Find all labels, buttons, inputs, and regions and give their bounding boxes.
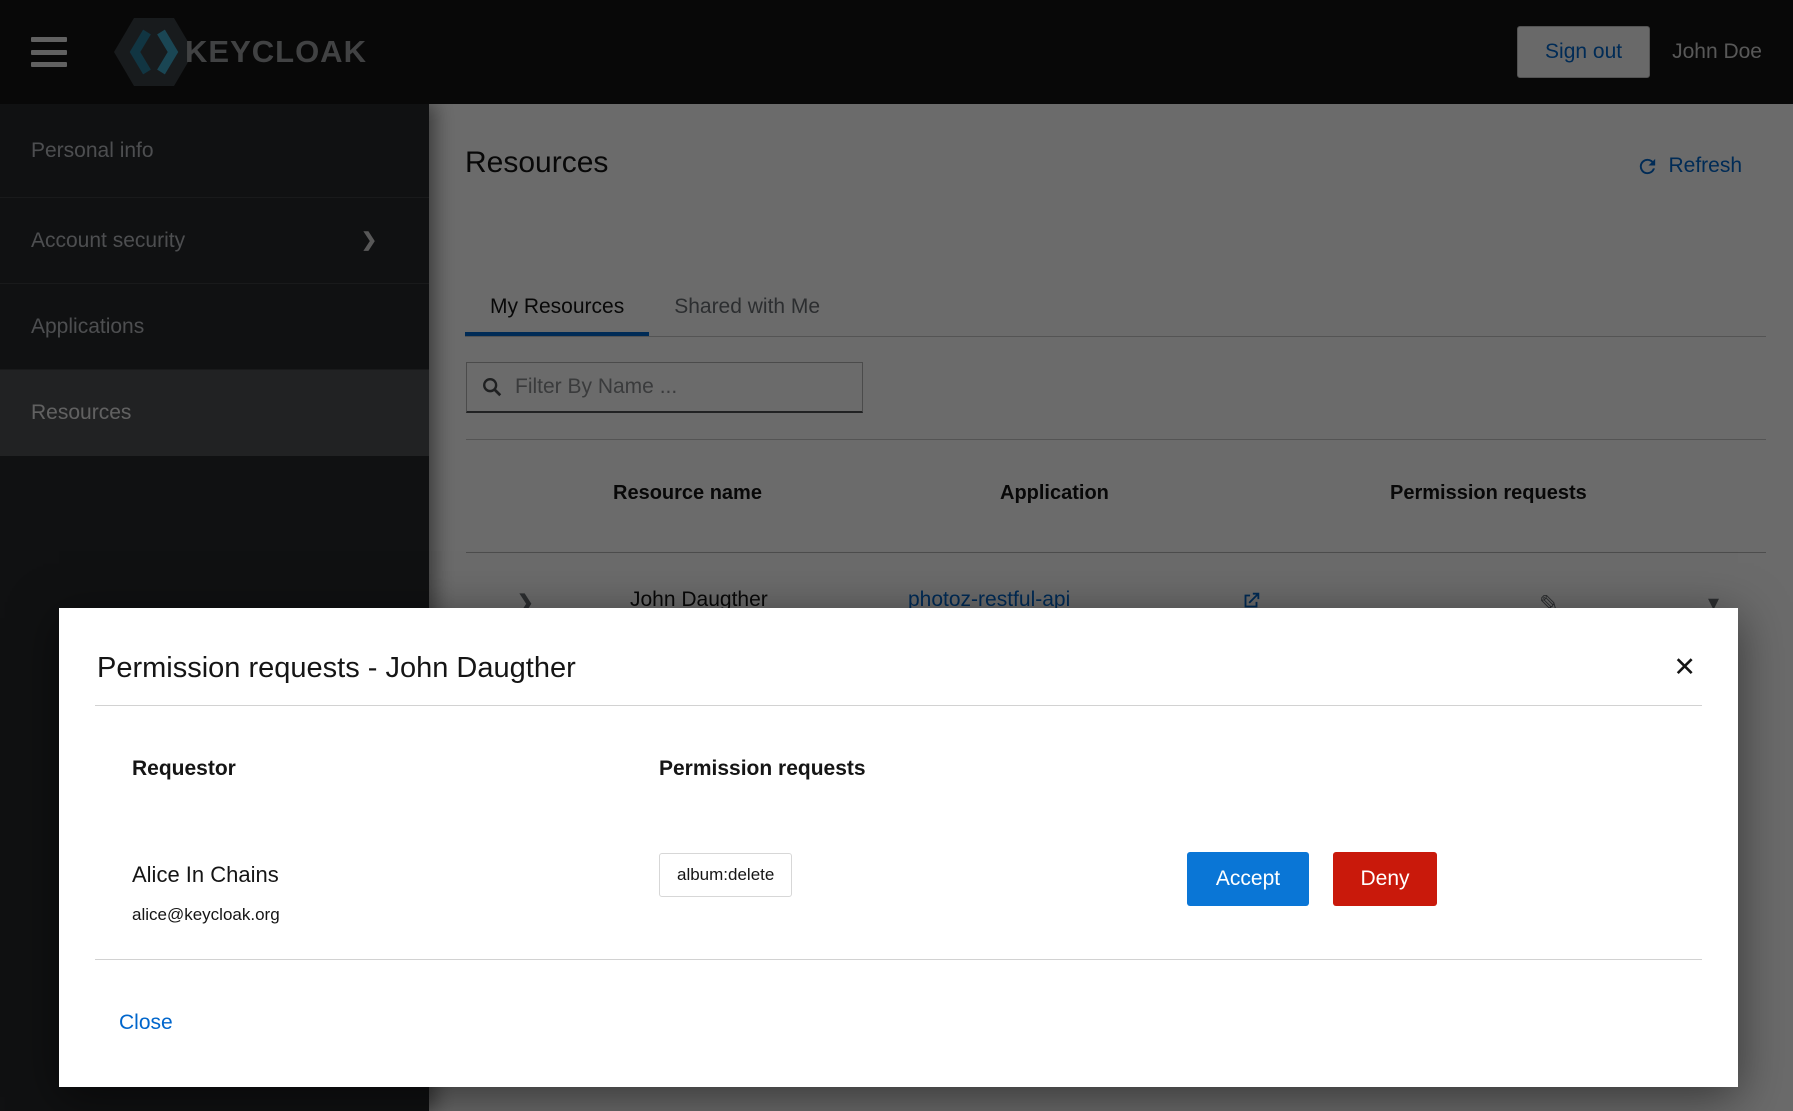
- divider: [95, 959, 1702, 960]
- modal-column-requestor: Requestor: [132, 757, 236, 781]
- modal-title: Permission requests - John Daugther: [97, 652, 576, 685]
- close-icon[interactable]: ✕: [1673, 654, 1696, 681]
- scope-chip-label: album:delete: [677, 865, 774, 885]
- deny-button[interactable]: Deny: [1333, 852, 1437, 906]
- requestor-email: alice@keycloak.org: [132, 905, 280, 925]
- modal-close-link[interactable]: Close: [119, 1011, 173, 1035]
- accept-button[interactable]: Accept: [1187, 852, 1309, 906]
- scope-chip: album:delete: [659, 853, 792, 897]
- divider: [95, 705, 1702, 706]
- requestor-name: Alice In Chains: [132, 862, 279, 888]
- app-window: KEYCLOAK Sign out John Doe Personal info…: [0, 0, 1793, 1111]
- modal-column-permission-requests: Permission requests: [659, 757, 866, 781]
- permission-requests-modal: Permission requests - John Daugther ✕ Re…: [59, 608, 1738, 1087]
